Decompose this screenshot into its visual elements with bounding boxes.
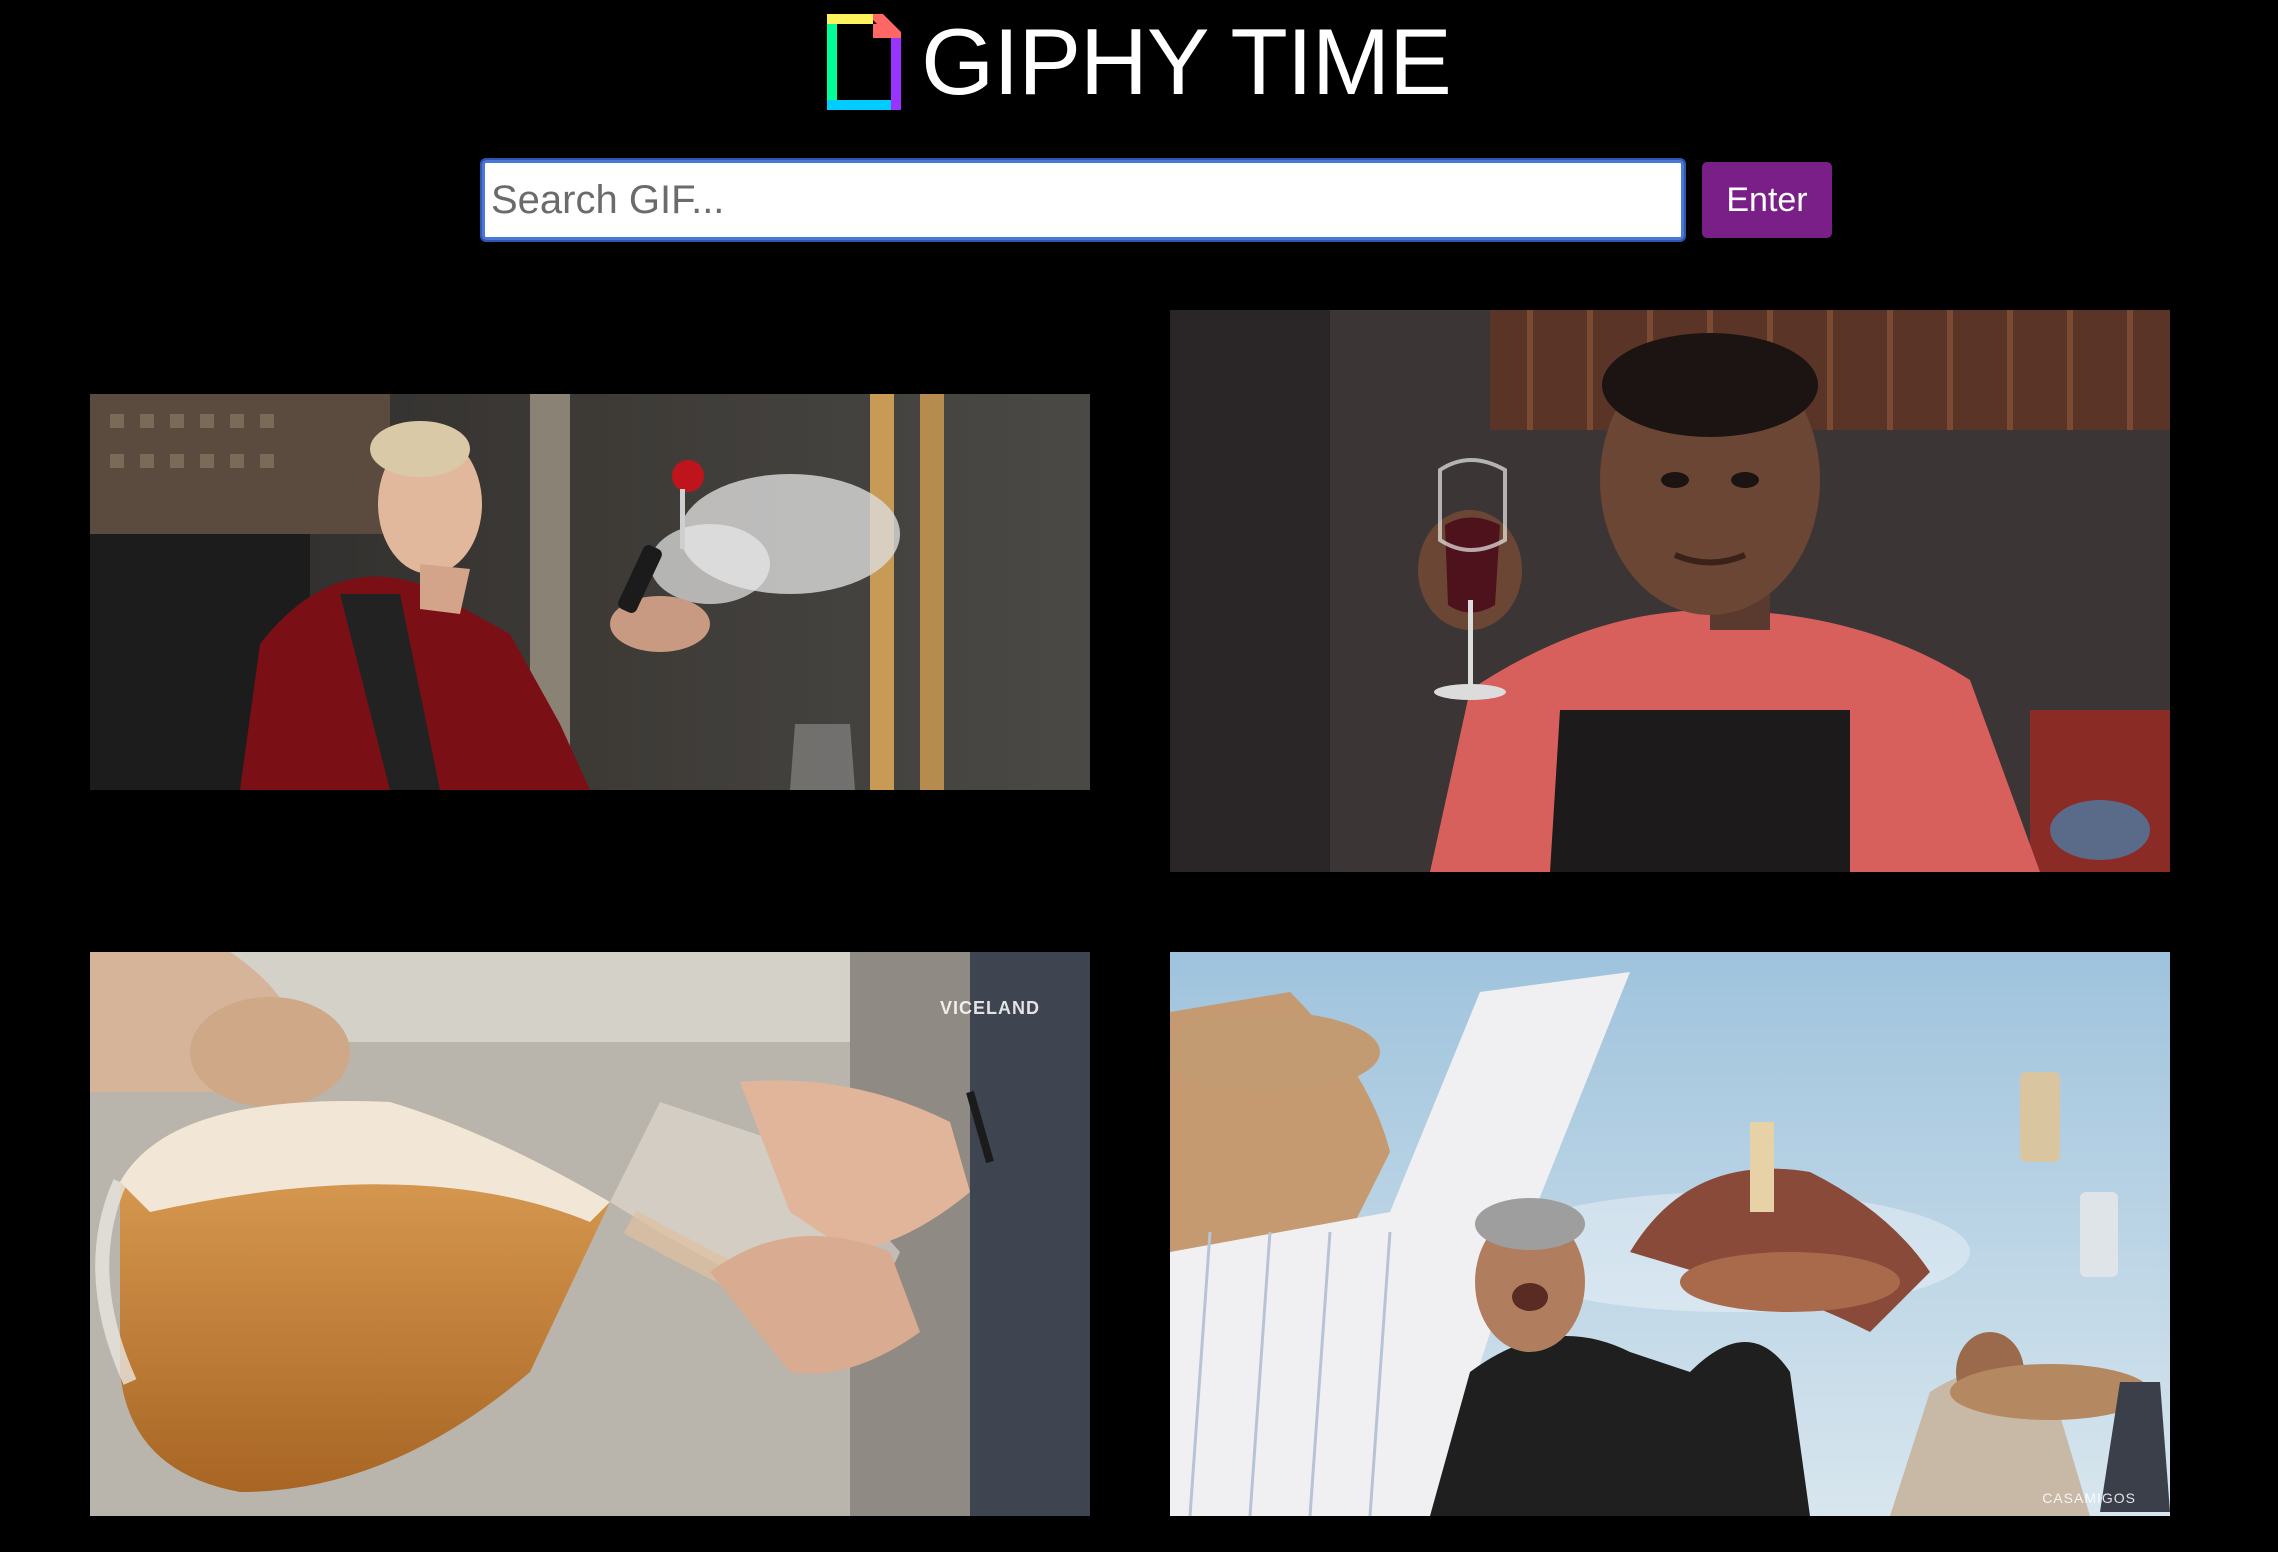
gif-image-wine-glass-man <box>1170 310 2170 872</box>
gif-result-3[interactable]: VICELAND <box>90 952 1090 1516</box>
viceland-watermark: VICELAND <box>939 998 1040 1018</box>
app-title: GIPHY TIME <box>921 9 1452 114</box>
gif-image-men-toasting <box>1170 952 2170 1516</box>
gif-result-4[interactable]: CASAMIGOS <box>1170 952 2170 1516</box>
giphy-logo-icon <box>827 14 902 110</box>
casamigos-watermark: CASAMIGOS <box>2042 1490 2136 1506</box>
giphy-time-page: GIPHY TIME Enter <box>0 0 2278 1552</box>
search-bar: Enter <box>480 158 1832 242</box>
gif-result-1[interactable] <box>90 394 1090 790</box>
gif-result-2[interactable] <box>1170 310 2170 872</box>
enter-button[interactable]: Enter <box>1702 162 1832 238</box>
gif-image-red-jacket-man <box>90 394 1090 790</box>
search-input[interactable] <box>480 158 1686 242</box>
app-header: GIPHY TIME <box>0 12 2278 112</box>
gif-image-beer-pour <box>90 952 1090 1516</box>
